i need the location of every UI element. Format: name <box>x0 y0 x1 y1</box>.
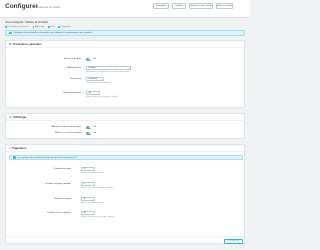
gear-icon: ⚙ <box>9 42 12 46</box>
info-icon: i <box>9 31 12 35</box>
help-text: Nombre de produits par ligne <box>81 202 105 204</box>
max-products-input[interactable]: 10 <box>86 91 100 95</box>
panel-pagination: ≡ Pagination i Les nombres de produits pa… <box>5 144 246 244</box>
manage-hooks-button[interactable]: Gérer les hooks <box>216 3 233 9</box>
field-label: Produits par ligne <box>53 198 71 200</box>
panel-header: ≡ Pagination <box>6 145 244 152</box>
field-label: Afficher sur la fiche produit <box>55 132 81 134</box>
field-label: Produits par page (mobile) <box>45 183 71 185</box>
toggle-state: Oui <box>93 58 97 61</box>
enable-module-toggle[interactable] <box>86 58 91 61</box>
help-text: Sélectionnez la méthode de tri par défau… <box>86 71 130 73</box>
info-alert: i Les nombres de produits par page doive… <box>9 155 243 160</box>
help-text: Nombre de produits sur la page catégorie <box>81 216 115 218</box>
page-subtitle: Paramètres du module <box>36 6 61 9</box>
page-title: Configurer <box>5 3 39 10</box>
tab-price[interactable]: Prix <box>48 26 54 28</box>
header-bar: Configurer Paramètres du module Précéden… <box>0 0 250 18</box>
show-on-product-toggle[interactable] <box>86 132 91 135</box>
toggle-state: Oui <box>93 126 97 129</box>
field-label: Activer le module <box>64 58 81 60</box>
field-label: Ordre de tri <box>69 78 81 80</box>
sort-order-select[interactable]: Croissant ▾ <box>86 77 104 81</box>
translate-button[interactable]: Traduire <box>172 3 186 9</box>
products-per-row-input[interactable]: 3 <box>81 197 95 201</box>
tab-general[interactable]: Paramètres généraux <box>5 26 29 28</box>
info-alert: i Configurez les paramètres du module po… <box>5 30 245 36</box>
tab-display[interactable]: Affichage <box>32 26 44 28</box>
chevron-down-icon: ▾ <box>100 78 102 81</box>
display-icon: ▭ <box>9 115 12 119</box>
tab-pagination[interactable]: Pagination <box>58 26 71 28</box>
section-tabs: Paramètres généraux Affichage Prix Pagin… <box>5 26 71 28</box>
products-per-page-mobile-input[interactable]: 6 <box>81 182 95 186</box>
products-category-input[interactable]: 24 <box>81 211 95 215</box>
bullet-icon <box>5 26 7 28</box>
field-label: Produits sur la catégorie <box>47 212 71 214</box>
field-label: Nombre maximum <box>63 92 81 94</box>
bullet-icon <box>48 26 50 28</box>
sort-method-select[interactable]: Position ▾ <box>86 66 131 70</box>
panel-header: ⚙ Paramètres généraux <box>6 41 244 48</box>
save-button[interactable]: Enregistrer <box>224 238 243 244</box>
show-on-list-toggle[interactable] <box>86 126 91 129</box>
chevron-down-icon: ▾ <box>127 67 129 70</box>
field-label: Produits par page <box>53 168 71 170</box>
products-per-page-input[interactable]: 12 <box>81 167 95 171</box>
panel-display: ▭ Affichage Afficher sur la liste de prod… <box>5 113 245 139</box>
toggle-state: Oui <box>93 132 97 135</box>
panel-header: ▭ Affichage <box>6 114 244 121</box>
bullet-icon <box>58 26 60 28</box>
help-text: Nombre de produits par page <box>81 172 105 174</box>
help-text: Nombre maximum de produits à afficher <box>86 96 118 98</box>
panel-footer: Enregistrer <box>6 236 246 244</box>
help-text: Nombre de produits par page sur mobile <box>81 187 114 189</box>
info-icon: i <box>13 156 16 159</box>
panel-general-settings: ⚙ Paramètres généraux Activer le module O… <box>5 40 245 108</box>
field-label: Méthode de tri <box>67 67 81 69</box>
back-button[interactable]: Précédent <box>153 3 169 9</box>
field-label: Afficher sur la liste de produits <box>51 126 81 128</box>
list-icon: ≡ <box>9 146 11 150</box>
check-updates-button[interactable]: Vérifier les mises à jour <box>189 3 213 9</box>
bullet-icon <box>32 26 35 28</box>
help-text: Ordre d'affichage des produits <box>86 82 110 84</box>
breadcrumb: Vous configurez : Module de Produits <box>5 21 48 24</box>
